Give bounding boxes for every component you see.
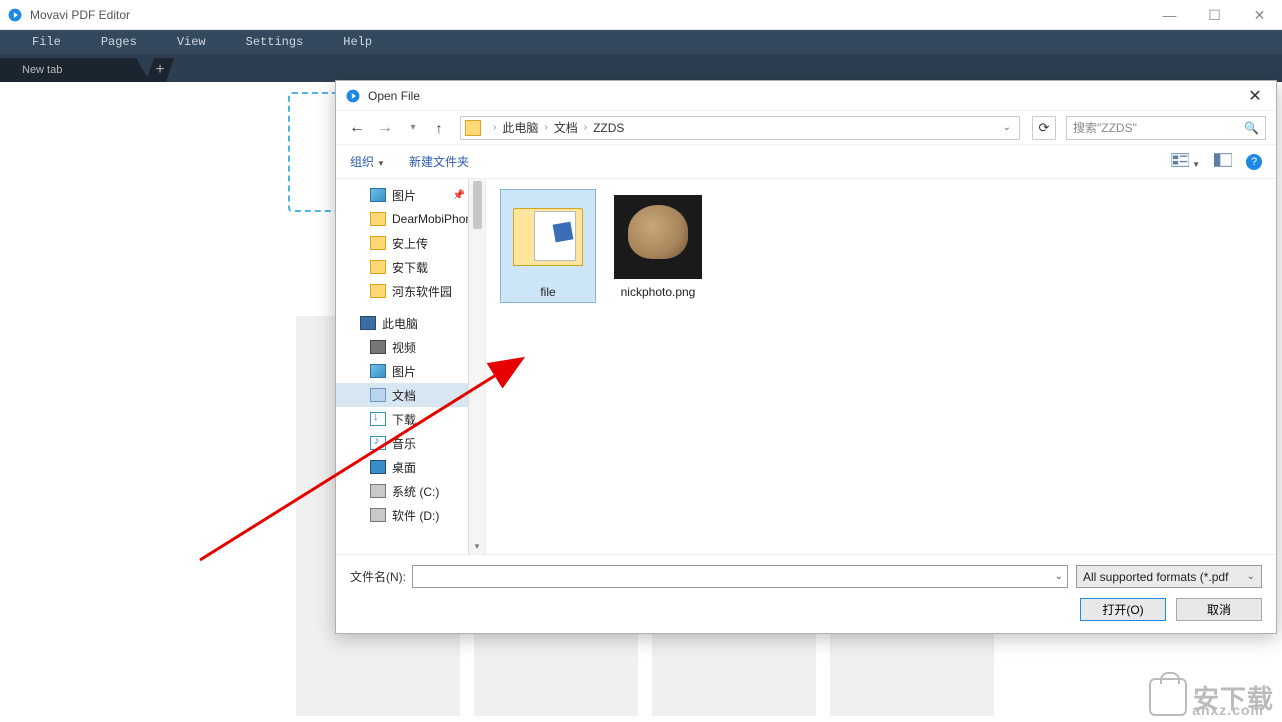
chevron-down-icon: ⌄	[1247, 571, 1255, 582]
nav-tree[interactable]: ▾ 图片📌 DearMobiPhon 安上传 安下载 河东软件园 此电脑 视频 …	[336, 179, 486, 554]
breadcrumb-mid[interactable]: 文档	[554, 119, 578, 136]
tree-drive-d[interactable]: 软件 (D:)	[336, 503, 485, 527]
minimize-button[interactable]: —	[1147, 0, 1192, 30]
search-input[interactable]: 搜索"ZZDS" 🔍	[1066, 116, 1266, 140]
tree-scrollbar-thumb[interactable]	[473, 181, 482, 229]
chevron-down-icon: ▼	[1192, 160, 1200, 169]
breadcrumb-root[interactable]: 此电脑	[502, 119, 538, 136]
tree-music[interactable]: 音乐	[336, 431, 485, 455]
file-item-folder[interactable]: file	[500, 189, 596, 303]
folder-large-icon	[513, 208, 583, 266]
tree-scroll-down-icon[interactable]: ▾	[469, 538, 485, 554]
pictures-icon	[370, 188, 386, 202]
tree-downloads[interactable]: 下载	[336, 407, 485, 431]
file-item-image[interactable]: nickphoto.png	[610, 189, 706, 303]
app-logo-icon	[8, 8, 22, 22]
image-thumbnail	[614, 195, 702, 279]
tree-this-pc[interactable]: 此电脑	[336, 311, 485, 335]
drive-icon	[370, 508, 386, 522]
tree-documents[interactable]: 文档	[336, 383, 485, 407]
watermark: 安下载 anxz.com	[1149, 678, 1274, 716]
new-folder-button[interactable]: 新建文件夹	[409, 153, 469, 170]
menu-help[interactable]: Help	[323, 35, 392, 49]
chevron-down-icon[interactable]: ⌄	[1055, 571, 1063, 582]
downloads-icon	[370, 412, 386, 426]
tree-pictures[interactable]: 图片📌	[336, 183, 485, 207]
refresh-button[interactable]: ⟳	[1032, 116, 1056, 140]
file-type-filter[interactable]: All supported formats (*.pdf⌄	[1076, 565, 1262, 588]
chevron-right-icon: ›	[584, 122, 587, 133]
video-icon	[370, 340, 386, 354]
organize-menu[interactable]: 组织▼	[350, 153, 385, 170]
nav-up-button[interactable]: ↑	[430, 120, 448, 136]
dialog-toolbar: 组织▼ 新建文件夹 ▼ ?	[336, 145, 1276, 179]
file-name: file	[504, 285, 592, 299]
breadcrumb-dropdown-icon[interactable]: ⌄	[999, 122, 1015, 133]
view-mode-button[interactable]: ▼	[1171, 153, 1200, 170]
add-tab-button[interactable]: +	[146, 58, 174, 82]
tree-drive-c[interactable]: 系统 (C:)	[336, 479, 485, 503]
tabbar: New tab +	[0, 54, 1282, 82]
dialog-footer: 文件名(N): ⌄ All supported formats (*.pdf⌄ …	[336, 554, 1276, 633]
dialog-body: ▾ 图片📌 DearMobiPhon 安上传 安下载 河东软件园 此电脑 视频 …	[336, 179, 1276, 554]
file-name: nickphoto.png	[614, 285, 702, 299]
music-icon	[370, 436, 386, 450]
desktop-icon	[370, 460, 386, 474]
tree-video[interactable]: 视频	[336, 335, 485, 359]
tree-dearmobi[interactable]: DearMobiPhon	[336, 207, 485, 231]
bag-icon	[1149, 678, 1187, 716]
pin-icon: 📌	[453, 190, 465, 201]
chevron-right-icon: ›	[544, 122, 547, 133]
folder-icon	[465, 120, 481, 136]
preview-pane-button[interactable]	[1214, 153, 1232, 170]
breadcrumb-leaf[interactable]: ZZDS	[593, 121, 624, 135]
app-title: Movavi PDF Editor	[30, 8, 130, 22]
tree-desktop[interactable]: 桌面	[336, 455, 485, 479]
close-app-button[interactable]: ✕	[1237, 0, 1282, 30]
tree-andownload[interactable]: 安下载	[336, 255, 485, 279]
tree-pictures2[interactable]: 图片	[336, 359, 485, 383]
menubar: File Pages View Settings Help	[0, 30, 1282, 54]
menu-file[interactable]: File	[12, 35, 81, 49]
menu-view[interactable]: View	[157, 35, 226, 49]
folder-icon	[370, 260, 386, 274]
app-titlebar: Movavi PDF Editor — ☐ ✕	[0, 0, 1282, 30]
filename-input[interactable]: ⌄	[412, 565, 1068, 588]
tab-label: New tab	[22, 64, 62, 76]
nav-forward-button[interactable]: →	[374, 119, 396, 137]
filename-label: 文件名(N):	[350, 568, 406, 585]
tab-new[interactable]: New tab	[0, 58, 150, 82]
drive-icon	[370, 484, 386, 498]
menu-settings[interactable]: Settings	[226, 35, 324, 49]
watermark-url: anxz.com	[1192, 702, 1264, 718]
search-placeholder: 搜索"ZZDS"	[1073, 119, 1137, 136]
tree-hedong[interactable]: 河东软件园	[336, 279, 485, 303]
dialog-logo-icon	[346, 89, 360, 103]
open-button[interactable]: 打开(O)	[1080, 598, 1166, 621]
chevron-down-icon: ▼	[377, 159, 385, 168]
nav-history-dropdown[interactable]: ▾	[402, 122, 424, 133]
documents-icon	[370, 388, 386, 402]
folder-icon	[370, 236, 386, 250]
menu-pages[interactable]: Pages	[81, 35, 157, 49]
dialog-title: Open File	[368, 89, 420, 103]
tree-anupload[interactable]: 安上传	[336, 231, 485, 255]
folder-icon	[370, 284, 386, 298]
open-file-dialog: Open File ✕ ← → ▾ ↑ › 此电脑 › 文档 › ZZDS ⌄ …	[335, 80, 1277, 634]
help-button[interactable]: ?	[1246, 154, 1262, 170]
chevron-right-icon: ›	[493, 122, 496, 133]
search-icon: 🔍	[1244, 121, 1259, 135]
dialog-titlebar: Open File ✕	[336, 81, 1276, 111]
dialog-close-button[interactable]: ✕	[1240, 85, 1270, 107]
nav-back-button[interactable]: ←	[346, 119, 368, 137]
folder-icon	[370, 212, 386, 226]
cancel-button[interactable]: 取消	[1176, 598, 1262, 621]
dialog-nav: ← → ▾ ↑ › 此电脑 › 文档 › ZZDS ⌄ ⟳ 搜索"ZZDS" 🔍	[336, 111, 1276, 145]
maximize-button[interactable]: ☐	[1192, 0, 1237, 30]
pictures-icon	[370, 364, 386, 378]
breadcrumb[interactable]: › 此电脑 › 文档 › ZZDS ⌄	[460, 116, 1020, 140]
file-list[interactable]: file nickphoto.png	[486, 179, 1276, 554]
pc-icon	[360, 316, 376, 330]
